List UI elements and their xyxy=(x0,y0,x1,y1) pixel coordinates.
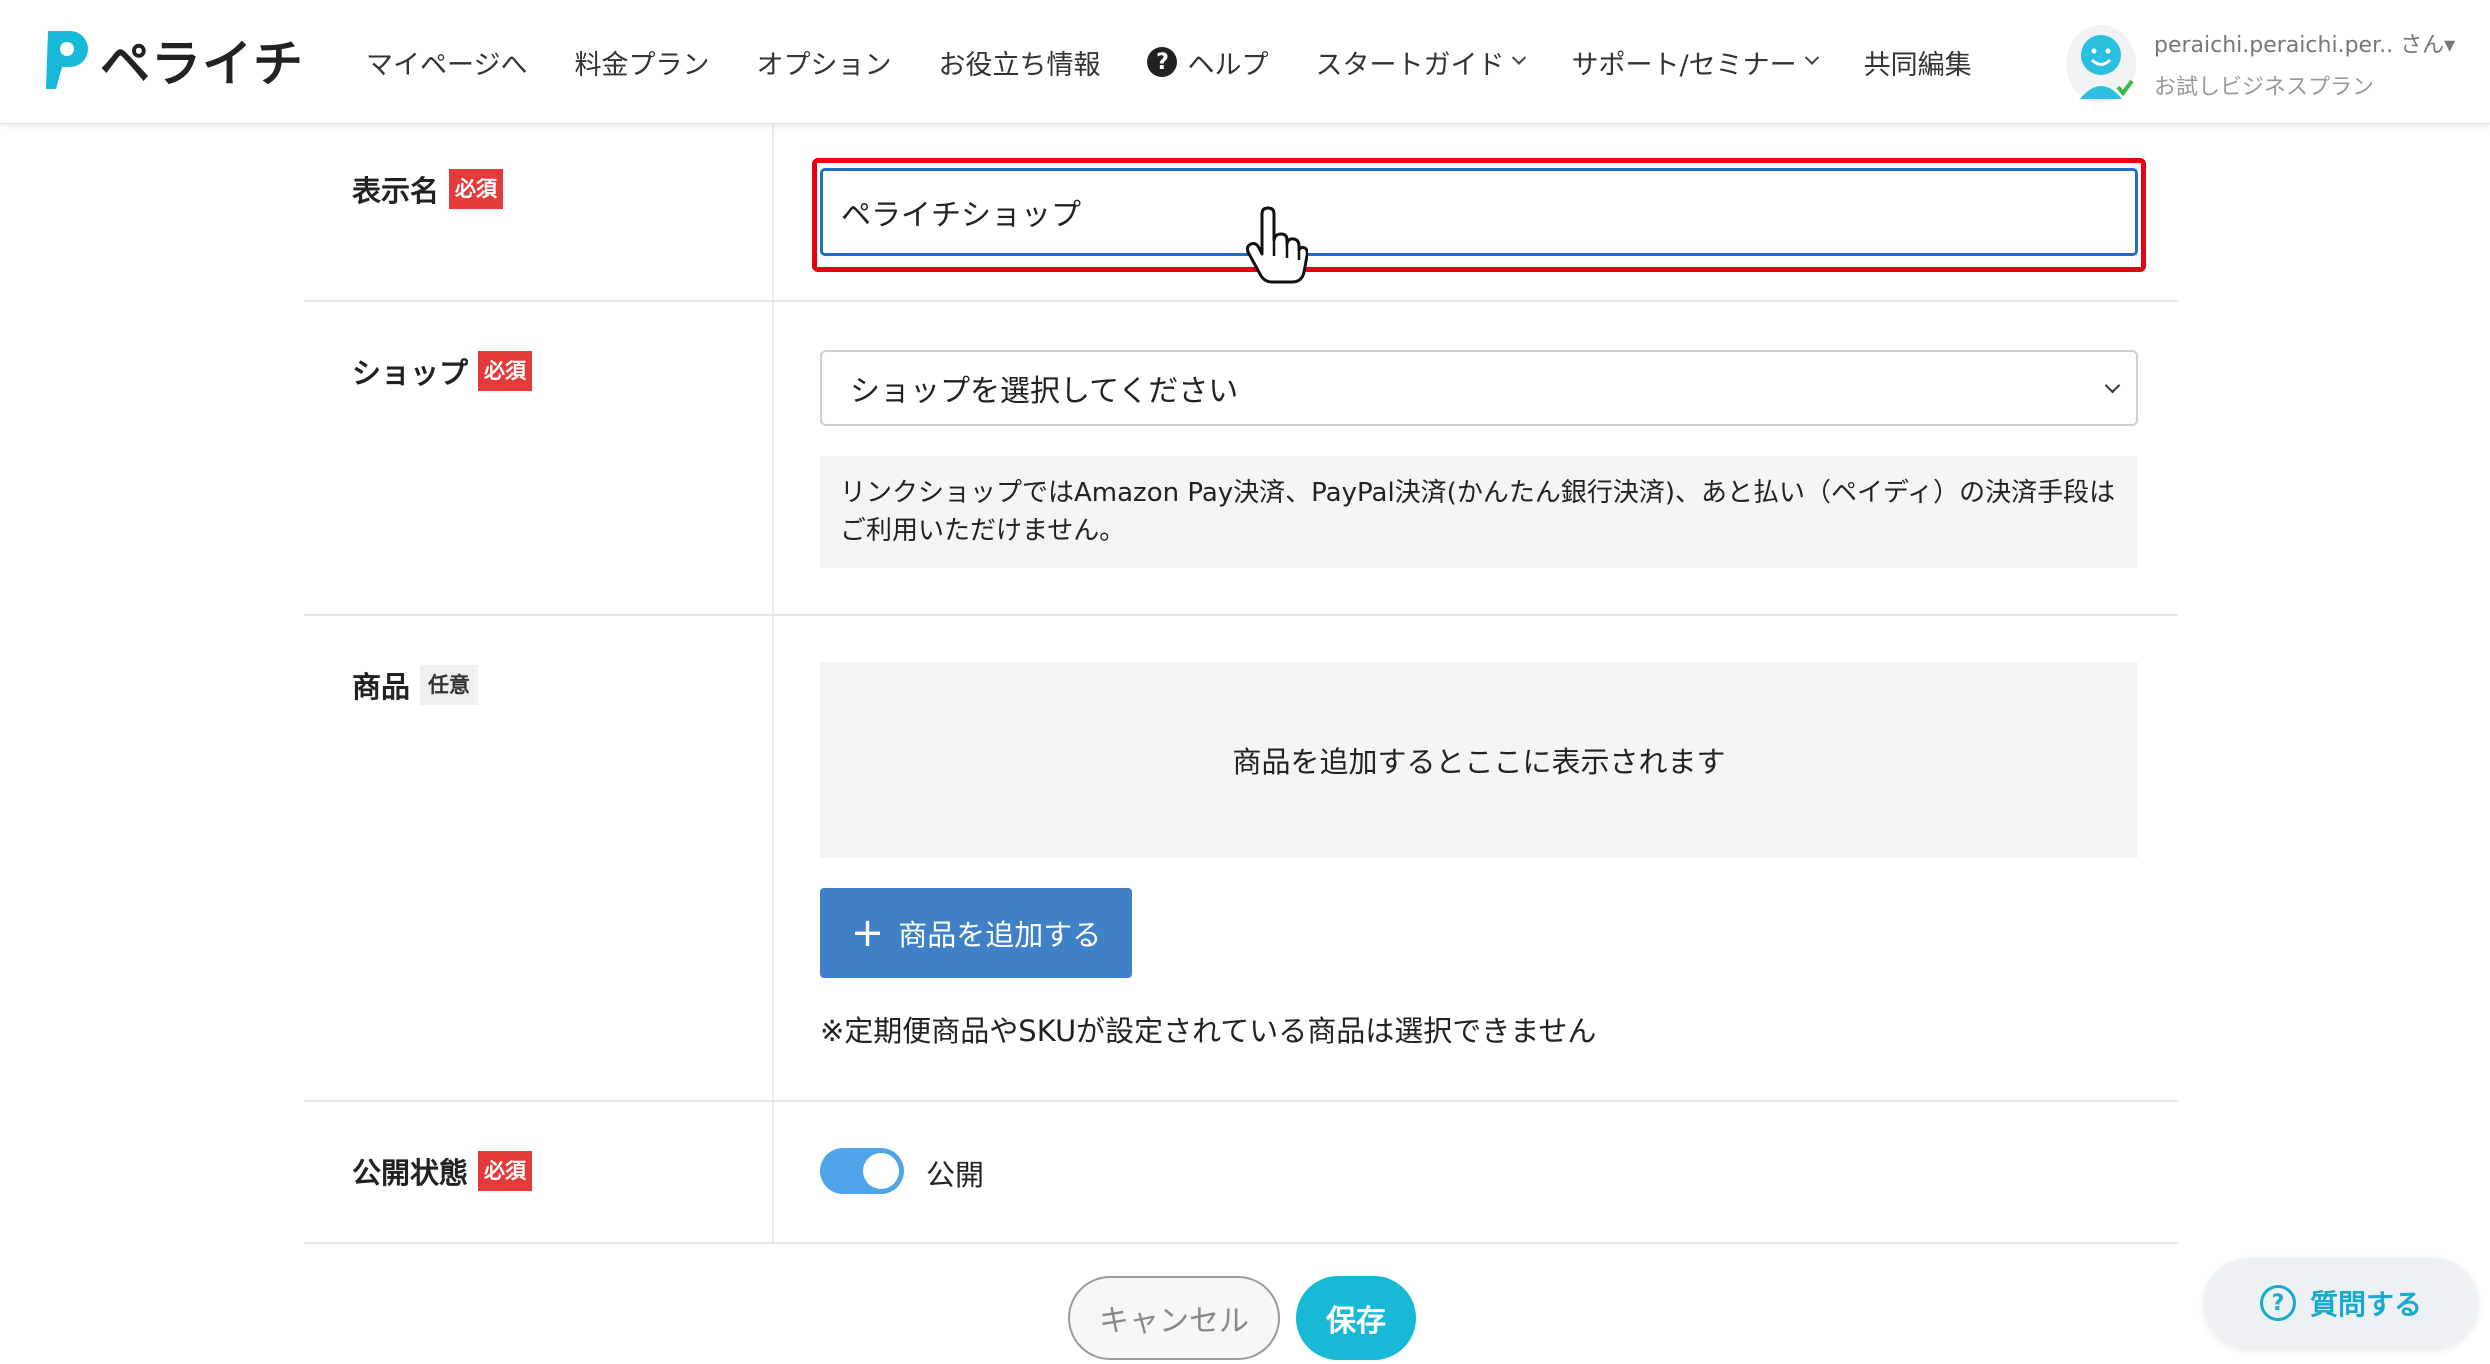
nav-help-label: ヘルプ xyxy=(1187,49,1269,81)
display-name-label: 表示名 xyxy=(352,174,440,208)
publish-label: 公開状態 xyxy=(352,1156,469,1190)
peraichi-logo-icon xyxy=(40,27,92,93)
nav-support-seminar-label: サポート/セミナー xyxy=(1571,49,1797,81)
logo-text: ペライチ xyxy=(100,35,304,93)
nav-start-guide-label: スタートガイド xyxy=(1315,49,1505,81)
link-shop-form: 表示名 必須 ショップ 必須 ショップを選択してください リンクショップではAm… xyxy=(304,124,2178,1244)
nav-mypage-label: マイページへ xyxy=(366,49,528,81)
avatar xyxy=(2066,25,2136,103)
publish-toggle-label: 公開 xyxy=(926,1158,985,1192)
chevron-down-icon xyxy=(1804,50,1819,65)
shop-label: ショップ xyxy=(352,356,469,390)
products-empty-text: 商品を追加するとここに表示されます xyxy=(1232,745,1726,779)
nav-co-editing-label: 共同編集 xyxy=(1863,49,1972,81)
shop-select-value: ショップを選択してください xyxy=(850,374,1239,409)
payment-note: リンクショップではAmazon Pay決済、PayPal決済(かんたん銀行決済)… xyxy=(820,456,2138,568)
products-label: 商品 xyxy=(352,670,411,704)
nav-start-guide[interactable]: スタートガイド xyxy=(1315,43,1527,82)
nav-mypage[interactable]: マイページへ xyxy=(366,43,527,82)
row-divider xyxy=(304,1242,2178,1244)
nav-help[interactable]: ? ヘルプ xyxy=(1147,43,1268,82)
publish-toggle[interactable] xyxy=(820,1148,904,1194)
user-name: peraichi.peraichi.per.. さん▾ xyxy=(2154,33,2456,58)
cancel-button[interactable]: キャンセル xyxy=(1068,1276,1280,1360)
required-badge: 必須 xyxy=(478,351,533,391)
row-divider xyxy=(304,1100,2178,1102)
row-divider xyxy=(304,614,2178,616)
nav-useful-info-label: お役立ち情報 xyxy=(938,49,1101,81)
hand-cursor-icon xyxy=(1244,206,1309,284)
display-name-input[interactable] xyxy=(820,168,2138,256)
row-divider xyxy=(304,300,2178,302)
required-badge: 必須 xyxy=(449,169,504,209)
required-badge: 必須 xyxy=(478,1151,533,1191)
question-circle-icon: ? xyxy=(1147,47,1178,77)
user-info: peraichi.peraichi.per.. さん▾ お試しビジネスプラン xyxy=(2154,27,2455,101)
column-divider xyxy=(772,124,774,1244)
page: ペライチ マイページへ 料金プラン オプション お役立ち情報 ? ヘルプ スター… xyxy=(0,0,2490,1364)
shop-label-group: ショップ 必須 xyxy=(352,350,533,392)
publish-label-group: 公開状態 必須 xyxy=(352,1150,533,1192)
nav-pricing-label: 料金プラン xyxy=(574,49,710,81)
products-empty-state: 商品を追加するとここに表示されます xyxy=(820,662,2138,858)
products-caution: ※定期便商品やSKUが設定されている商品は選択できません xyxy=(820,1014,1597,1048)
toggle-knob xyxy=(863,1153,899,1189)
nav-options[interactable]: オプション xyxy=(756,43,891,82)
peraichi-logo[interactable]: ペライチ xyxy=(40,24,304,96)
display-name-label-group: 表示名 必須 xyxy=(352,168,504,210)
products-label-group: 商品 任意 xyxy=(352,664,479,706)
user-menu[interactable]: peraichi.peraichi.per.. さん▾ お試しビジネスプラン xyxy=(2066,22,2455,106)
save-button[interactable]: 保存 xyxy=(1296,1276,1416,1360)
shop-select[interactable]: ショップを選択してください xyxy=(820,350,2138,426)
chevron-down-icon xyxy=(2104,377,2121,394)
top-header: ペライチ マイページへ 料金プラン オプション お役立ち情報 ? ヘルプ スター… xyxy=(0,0,2490,124)
nav-co-editing[interactable]: 共同編集 xyxy=(1864,43,1972,82)
main-nav: マイページへ 料金プラン オプション お役立ち情報 ? ヘルプ スタートガイド … xyxy=(366,38,2019,86)
ask-question-label: 質問する xyxy=(2309,1288,2422,1321)
optional-badge: 任意 xyxy=(420,665,479,705)
ask-question-button[interactable]: ? 質問する xyxy=(2204,1258,2478,1348)
nav-support-seminar[interactable]: サポート/セミナー xyxy=(1571,43,1819,82)
nav-pricing[interactable]: 料金プラン xyxy=(574,43,709,82)
question-icon: ? xyxy=(2259,1285,2296,1321)
chevron-down-icon xyxy=(1512,50,1527,65)
nav-options-label: オプション xyxy=(756,49,892,81)
add-product-button[interactable]: + 商品を追加する xyxy=(820,888,1132,978)
plus-icon: + xyxy=(850,910,885,956)
nav-useful-info[interactable]: お役立ち情報 xyxy=(938,43,1100,82)
add-product-label: 商品を追加する xyxy=(898,918,1102,952)
user-plan: お試しビジネスプラン xyxy=(2154,75,2375,100)
